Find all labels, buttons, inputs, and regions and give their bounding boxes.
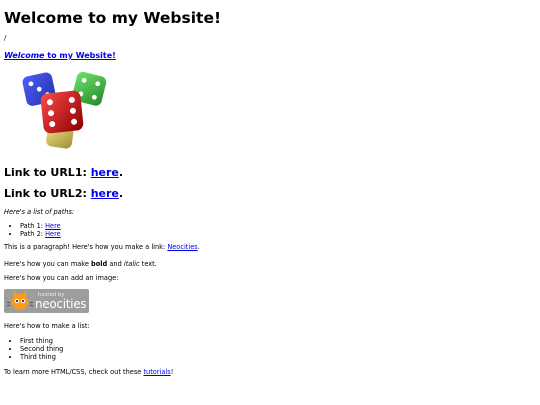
page-title: Welcome to my Website! <box>4 9 222 27</box>
paragraph-link-pre: This is a paragraph! Here's how you make… <box>4 243 168 251</box>
url2-label: Link to URL2: <box>4 187 91 200</box>
list-text: Here's how to make a list: <box>4 322 90 330</box>
url2-link[interactable]: here <box>91 187 119 200</box>
learn-end: ! <box>170 368 174 376</box>
url2-end: . <box>118 187 124 200</box>
url1-label: Link to URL1: <box>4 166 91 179</box>
slash-text: / <box>4 34 7 42</box>
path-2-link[interactable]: Here <box>45 230 61 238</box>
format-mid: and <box>107 260 124 268</box>
url1-end: . <box>118 166 124 179</box>
url2-heading: Link to URL2: here. <box>4 186 123 201</box>
url1-heading: Link to URL1: here. <box>4 165 123 180</box>
paragraph-link-text: This is a paragraph! Here's how you make… <box>4 243 200 252</box>
tutorials-link[interactable]: tutorials <box>143 368 170 376</box>
learn-pre: To learn more HTML/CSS, check out these <box>4 368 144 376</box>
list-item: First thing <box>20 337 63 345</box>
neocities-cat-icon <box>7 291 33 310</box>
site-link-rest: to my Website! <box>44 51 116 60</box>
format-italic: italic <box>123 260 140 268</box>
learn-text: To learn more HTML/CSS, check out these … <box>4 368 173 377</box>
format-bold: bold <box>91 260 108 268</box>
dice-image <box>22 71 107 149</box>
path-item-1: Path 1: Here <box>20 222 61 230</box>
path-item-2: Path 2: Here <box>20 230 61 238</box>
format-pre: Here's how you can make <box>4 260 92 268</box>
format-text: Here's how you can make bold and italic … <box>4 260 157 269</box>
list-item: Second thing <box>20 345 63 353</box>
site-link-line: Welcome to my Website! <box>4 50 116 61</box>
path-1-link[interactable]: Here <box>45 222 61 230</box>
paths-title: Here's a list of paths: <box>4 208 75 216</box>
neocities-link[interactable]: Neocities <box>167 243 197 251</box>
things-list: First thing Second thing Third thing <box>20 337 63 361</box>
path-item-1-label: Path 1: <box>20 222 46 230</box>
format-post: text. <box>139 260 157 268</box>
site-link[interactable]: Welcome to my Website! <box>4 51 116 60</box>
image-text: Here's how you can add an image: <box>4 274 119 282</box>
site-link-italic: Welcome <box>4 51 45 60</box>
url1-link[interactable]: here <box>91 166 119 179</box>
badge-name-text: neocities <box>35 297 87 311</box>
list-item: Third thing <box>20 353 63 361</box>
path-item-2-label: Path 2: <box>20 230 46 238</box>
paragraph-link-end: . <box>197 243 200 251</box>
neocities-badge[interactable]: hosted by neocities <box>4 289 89 313</box>
paths-list: Path 1: Here Path 2: Here <box>20 222 61 238</box>
